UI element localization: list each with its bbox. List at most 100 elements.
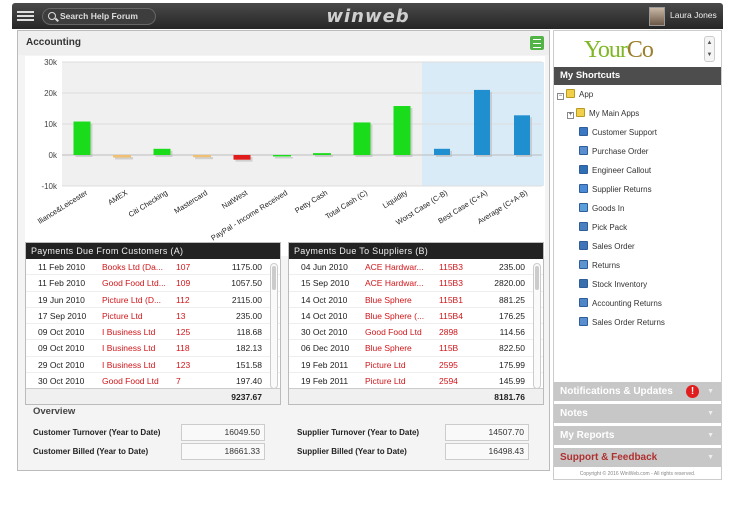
amount-cell: 2115.00 — [231, 294, 262, 305]
shortcut-sales-order[interactable]: Sales Order — [579, 241, 635, 251]
app-icon — [579, 241, 588, 250]
logo-scroll-control[interactable]: ▲ ▼ — [704, 36, 715, 62]
shortcut-label: Purchase Order — [592, 147, 649, 156]
ref-cell[interactable]: 107 — [176, 259, 190, 275]
shortcut-returns[interactable]: Returns — [579, 260, 620, 270]
name-cell[interactable]: ACE Hardwar... — [365, 275, 424, 291]
table-row[interactable]: 09 Oct 2010 I Business Ltd 125 118.68 — [26, 324, 280, 341]
amount-cell: 145.99 — [499, 375, 525, 386]
table-row[interactable]: 09 Oct 2010 I Business Ltd 118 182.13 — [26, 340, 280, 357]
name-cell[interactable]: Blue Sphere — [365, 340, 412, 356]
suppliers-scrollbar[interactable] — [533, 263, 541, 389]
ref-cell[interactable]: 109 — [176, 275, 190, 291]
shortcut-engineer-callout[interactable]: Engineer Callout — [579, 165, 651, 175]
table-row[interactable]: 14 Oct 2010 Blue Sphere (... 115B4 176.25 — [289, 308, 543, 324]
ref-cell[interactable]: 115B3 — [439, 259, 463, 275]
name-cell[interactable]: Blue Sphere (... — [365, 308, 424, 324]
date-cell: 30 Oct 2010 — [38, 375, 85, 386]
table-row[interactable]: 17 Sep 2010 Picture Ltd 13 235.00 — [26, 308, 280, 324]
table-row[interactable]: 30 Oct 2010 Good Food Ltd 7 197.40 — [26, 373, 280, 389]
name-cell[interactable]: Good Food Ltd... — [102, 275, 166, 291]
table-row[interactable]: 04 Jun 2010 ACE Hardwar... 115B3 235.00 — [289, 259, 543, 276]
table-row[interactable]: 15 Sep 2010 ACE Hardwar... 115B3 2820.00 — [289, 275, 543, 292]
avatar[interactable] — [649, 7, 665, 26]
ref-cell[interactable]: 115B — [439, 340, 458, 356]
search-forum-input[interactable]: Search Help Forum — [42, 8, 156, 25]
name-cell[interactable]: Picture Ltd — [365, 373, 406, 389]
name-cell[interactable]: Picture Ltd — [102, 308, 143, 324]
table-row[interactable]: 11 Feb 2010 Books Ltd (Da... 107 1175.00 — [26, 259, 280, 276]
shortcut-purchase-order[interactable]: Purchase Order — [579, 146, 648, 156]
table-row[interactable]: 11 Feb 2010 Good Food Ltd... 109 1057.50 — [26, 275, 280, 292]
table-row[interactable]: 19 Feb 2011 Picture Ltd 2595 175.99 — [289, 357, 543, 373]
app-icon — [579, 203, 588, 212]
panel-menu-icon[interactable] — [530, 36, 544, 50]
name-cell[interactable]: Blue Sphere — [365, 292, 412, 308]
ref-cell[interactable]: 123 — [176, 357, 190, 373]
table-row[interactable]: 30 Oct 2010 Good Food Ltd 2898 114.56 — [289, 324, 543, 341]
tree-folder-main-apps[interactable]: + My Main Apps — [567, 108, 639, 119]
shortcut-accounting-returns[interactable]: Accounting Returns — [579, 298, 662, 308]
ref-cell[interactable]: 2595 — [439, 357, 458, 373]
table-row[interactable]: 06 Dec 2010 Blue Sphere 115B 822.50 — [289, 340, 543, 357]
date-cell: 14 Oct 2010 — [301, 310, 348, 321]
name-cell[interactable]: Picture Ltd (D... — [102, 292, 161, 308]
ref-cell[interactable]: 2594 — [439, 373, 458, 389]
table-row[interactable]: 29 Oct 2010 I Business Ltd 123 151.58 — [26, 357, 280, 373]
table-row[interactable]: 19 Feb 2011 Picture Ltd 2594 145.99 — [289, 373, 543, 389]
ref-cell[interactable]: 118 — [176, 340, 190, 356]
shortcut-pick-pack[interactable]: Pick Pack — [579, 222, 627, 232]
shortcut-sales-order-returns[interactable]: Sales Order Returns — [579, 317, 665, 327]
chevron-down-icon: ▼ — [707, 454, 714, 461]
name-cell[interactable]: Books Ltd (Da... — [102, 259, 163, 275]
shortcut-stock-inventory[interactable]: Stock Inventory — [579, 279, 647, 289]
name-cell[interactable]: Good Food Ltd — [365, 324, 422, 340]
name-cell[interactable]: Picture Ltd — [365, 357, 406, 373]
copyright: Copyright © 2016 WinWeb.com - All rights… — [579, 471, 696, 477]
tree-root-app[interactable]: − App — [557, 89, 593, 100]
section-notifications[interactable]: Notifications & Updates ! ▼ — [554, 382, 721, 401]
shortcut-label: Sales Order Returns — [592, 318, 665, 327]
folder-icon — [576, 108, 585, 117]
section-notes[interactable]: Notes ▼ — [554, 404, 721, 423]
shortcut-customer-support[interactable]: Customer Support — [579, 127, 657, 137]
bar — [313, 153, 331, 155]
section-my-reports[interactable]: My Reports ▼ — [554, 426, 721, 445]
logo-co-text: Co — [626, 37, 654, 63]
ref-cell[interactable]: 13 — [176, 308, 185, 324]
ref-cell[interactable]: 112 — [176, 292, 190, 308]
app-icon — [579, 222, 588, 231]
shortcut-goods-in[interactable]: Goods In — [579, 203, 624, 213]
shortcut-supplier-returns[interactable]: Supplier Returns — [579, 184, 652, 194]
date-cell: 15 Sep 2010 — [301, 278, 350, 289]
collapse-icon[interactable]: − — [557, 93, 564, 100]
customers-scrollbar[interactable] — [270, 263, 278, 389]
search-label: Search Help Forum — [60, 11, 138, 21]
ref-cell[interactable]: 115B3 — [439, 275, 463, 291]
ref-cell[interactable]: 2898 — [439, 324, 458, 340]
section-support-feedback[interactable]: Support & Feedback ▼ — [554, 448, 721, 467]
date-cell: 06 Dec 2010 — [301, 343, 350, 354]
ref-cell[interactable]: 115B4 — [439, 308, 463, 324]
date-cell: 04 Jun 2010 — [301, 262, 348, 272]
amount-cell: 118.68 — [236, 327, 262, 337]
app-icon — [579, 298, 588, 307]
name-cell[interactable]: I Business Ltd — [102, 357, 155, 373]
name-cell[interactable]: ACE Hardwar... — [365, 259, 424, 275]
x-tick-label: Citi Checking — [127, 188, 169, 219]
table-row[interactable]: 19 Jun 2010 Picture Ltd (D... 112 2115.00 — [26, 292, 280, 308]
alert-icon: ! — [686, 385, 699, 398]
table-row[interactable]: 14 Oct 2010 Blue Sphere 115B1 881.25 — [289, 292, 543, 308]
name-cell[interactable]: Good Food Ltd — [102, 373, 159, 389]
ref-cell[interactable]: 7 — [176, 373, 181, 389]
bar — [393, 106, 411, 155]
date-cell: 14 Oct 2010 — [301, 294, 348, 305]
ref-cell[interactable]: 115B1 — [439, 292, 463, 308]
ref-cell[interactable]: 125 — [176, 324, 190, 340]
hamburger-menu-icon[interactable] — [17, 9, 34, 22]
expand-icon[interactable]: + — [567, 112, 574, 119]
amount-cell: 1057.50 — [231, 278, 262, 289]
name-cell[interactable]: I Business Ltd — [102, 324, 155, 340]
user-name[interactable]: Laura Jones — [670, 10, 717, 20]
name-cell[interactable]: I Business Ltd — [102, 340, 155, 356]
